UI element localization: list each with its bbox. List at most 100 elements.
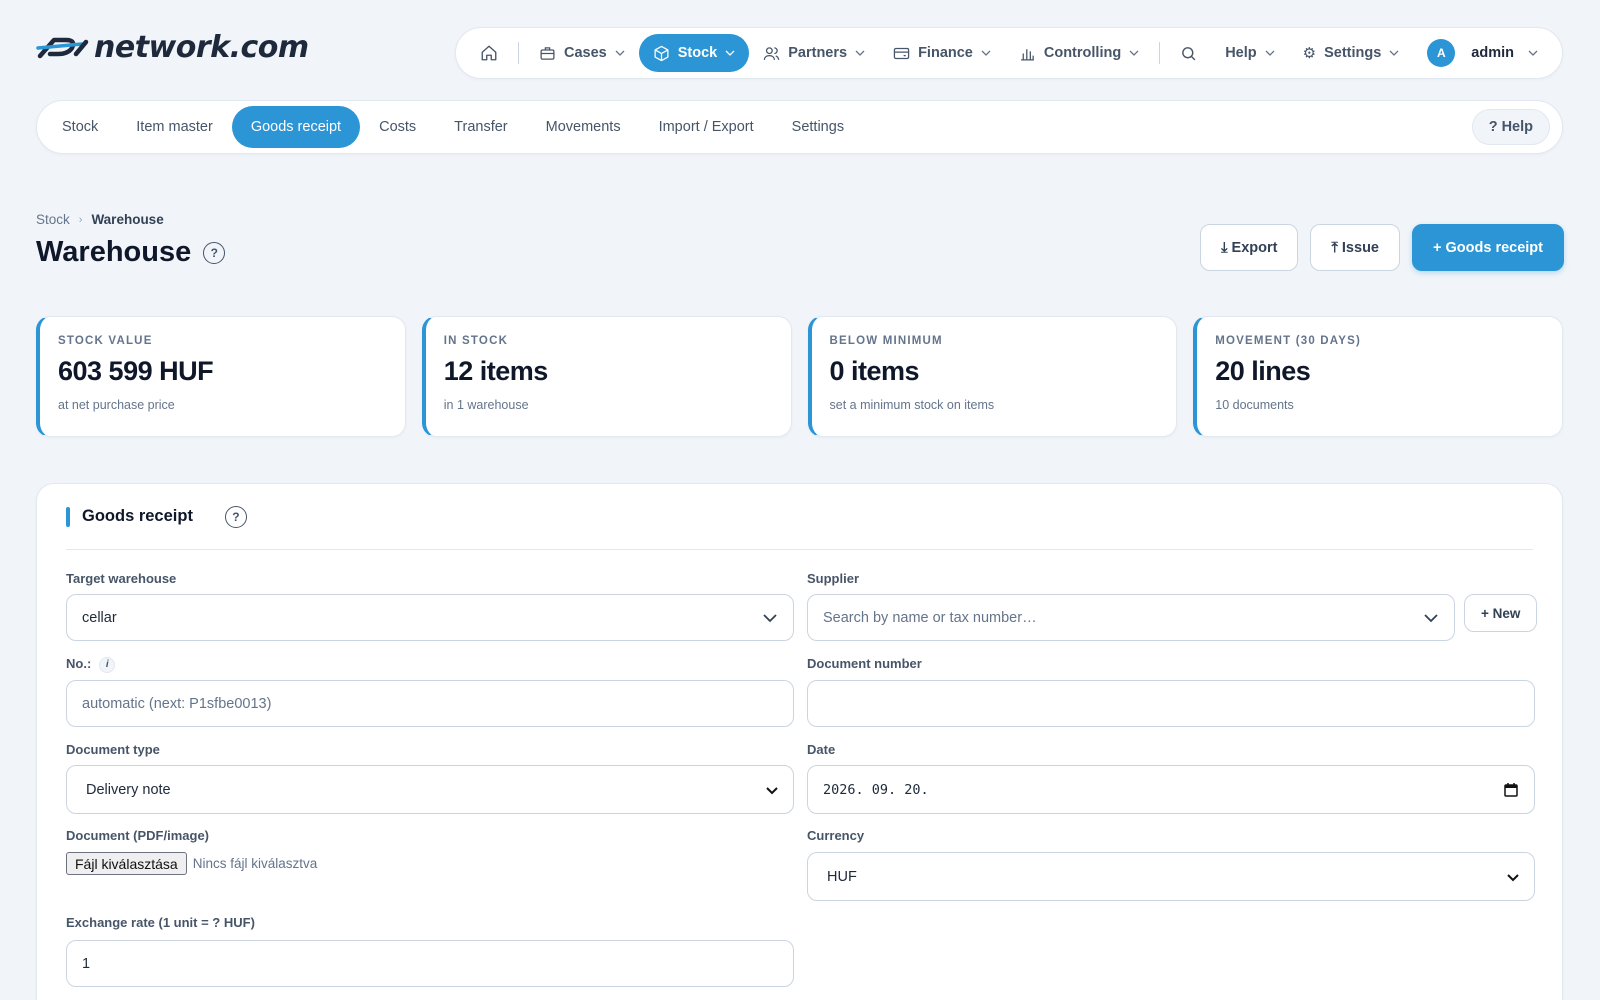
exchange-rate-value: 1 [82,955,91,972]
kpi-subtext: set a minimum stock on items [829,398,995,412]
target-warehouse-label: Target warehouse [66,571,177,586]
file-status: Nincs fájl kiválasztva [192,856,318,871]
subnav-import-export[interactable]: Import / Export [640,106,773,148]
kpi-label: MOVEMENT (30 DAYS) [1215,335,1362,347]
info-icon[interactable]: i [99,656,116,673]
home-button[interactable] [466,34,512,72]
kpi-subtext: in 1 warehouse [443,398,529,412]
chevron-down-icon [766,784,778,796]
exchange-rate-input[interactable]: 1 [66,940,794,987]
document-number-label: Document number [807,656,922,671]
subnav-help-button[interactable]: ? Help [1471,109,1550,145]
kpi-movement: MOVEMENT (30 DAYS) 20 lines 10 documents [1193,316,1563,437]
export-button[interactable]: ⤓ Export [1200,224,1299,271]
stock-subnav: Stock Item master Goods receipt Costs Tr… [36,100,1563,154]
bar-chart-icon [1019,45,1036,62]
kpi-value: 0 items [829,356,920,386]
nav-help[interactable]: Help [1211,34,1288,72]
goods-receipt-panel: Goods receipt ? Target warehouse cellar … [36,483,1563,1000]
briefcase-icon [539,45,556,62]
currency-select[interactable]: HUF [807,852,1535,901]
chevron-down-icon [762,610,778,626]
supplier-search-input[interactable]: Search by name or tax number… [807,594,1455,641]
document-number-input[interactable] [807,680,1535,727]
document-type-select[interactable]: Delivery note [66,765,794,814]
page-title: Warehouse [36,236,192,268]
subnav-transfer[interactable]: Transfer [435,106,526,148]
nav-partners[interactable]: Partners [749,34,879,72]
subnav-stock[interactable]: Stock [43,106,117,148]
search-icon [1180,45,1197,62]
target-warehouse-value: cellar [82,609,117,626]
supplier-label: Supplier [807,571,860,586]
search-button[interactable] [1166,34,1211,72]
chevron-down-icon [1423,610,1439,626]
kpi-value: 20 lines [1215,356,1311,386]
accent-bar [66,506,70,527]
subnav-costs[interactable]: Costs [360,106,435,148]
chevron-down-icon [615,50,625,56]
breadcrumb-current: Warehouse [91,212,164,227]
target-warehouse-select[interactable]: cellar [66,594,794,641]
calendar-icon[interactable] [1503,782,1519,798]
kpi-cards: STOCK VALUE 603 599 HUF at net purchase … [36,316,1563,437]
nav-cases[interactable]: Cases [525,34,639,72]
top-navigation: Cases Stock Partners Finance Controlling [455,27,1563,79]
nav-stock[interactable]: Stock [638,34,750,72]
wallet-icon [893,45,910,62]
subnav-goods-receipt[interactable]: Goods receipt [231,106,361,148]
supplier-placeholder: Search by name or tax number… [823,609,1037,626]
new-supplier-button[interactable]: + New [1464,594,1538,632]
user-name: admin [1471,45,1514,61]
subnav-item-master[interactable]: Item master [117,106,232,148]
number-placeholder: automatic (next: P1sfbe0013) [82,695,272,712]
subnav-settings[interactable]: Settings [773,106,863,148]
nav-finance[interactable]: Finance [879,34,1005,72]
date-input[interactable]: 2026. 09. 20. [807,765,1535,814]
nav-finance-label: Finance [918,45,973,61]
kpi-in-stock: IN STOCK 12 items in 1 warehouse [421,316,792,437]
document-file-label: Document (PDF/image) [66,828,210,843]
gear-icon: ⚙ [1302,45,1317,62]
nav-controlling[interactable]: Controlling [1005,34,1153,72]
help-circle-icon[interactable]: ? [224,505,247,528]
chevron-down-icon [981,50,991,56]
choose-file-button[interactable]: Fájl kiválasztása [66,852,187,875]
page-title-row: Warehouse ? [36,236,226,269]
chevron-down-icon [855,50,865,56]
nav-controlling-label: Controlling [1043,45,1122,61]
subnav-movements[interactable]: Movements [527,106,640,148]
avatar: A [1427,39,1456,67]
kpi-label: STOCK VALUE [58,335,153,347]
chevron-down-icon [1129,50,1139,56]
breadcrumb-root[interactable]: Stock [36,212,70,227]
kpi-stock-value: STOCK VALUE 603 599 HUF at net purchase … [36,316,406,437]
kpi-value: 603 599 HUF [58,356,214,386]
currency-value: HUF [827,868,857,885]
document-type-value: Delivery note [86,781,171,798]
kpi-value: 12 items [443,356,549,386]
number-input[interactable]: automatic (next: P1sfbe0013) [66,680,794,727]
new-goods-receipt-button[interactable]: + Goods receipt [1412,224,1564,271]
help-circle-icon[interactable]: ? [203,241,226,264]
number-label: No.: i [66,656,116,673]
nav-cases-label: Cases [564,45,607,61]
brand-logo[interactable]: network.com [36,30,309,65]
chevron-down-icon [1507,871,1519,883]
nav-help-label: Help [1225,45,1257,61]
panel-title: Goods receipt [82,507,193,525]
users-icon [763,45,780,62]
nav-settings[interactable]: ⚙ Settings [1289,34,1414,72]
chevron-down-icon [1528,50,1538,56]
date-value: 2026. 09. 20. [823,781,929,798]
logo-mark-icon [36,37,89,58]
nav-divider [1159,42,1161,64]
document-file-input: Fájl kiválasztása Nincs fájl kiválasztva [66,852,317,875]
user-menu[interactable]: A admin [1413,34,1552,72]
exchange-rate-label: Exchange rate (1 unit = ? HUF) [66,915,255,930]
chevron-down-icon [1265,50,1275,56]
document-type-label: Document type [66,742,160,757]
issue-button[interactable]: ⤒ Issue [1310,224,1400,271]
kpi-label: BELOW MINIMUM [829,335,943,347]
logo-text: network.com [94,30,309,65]
